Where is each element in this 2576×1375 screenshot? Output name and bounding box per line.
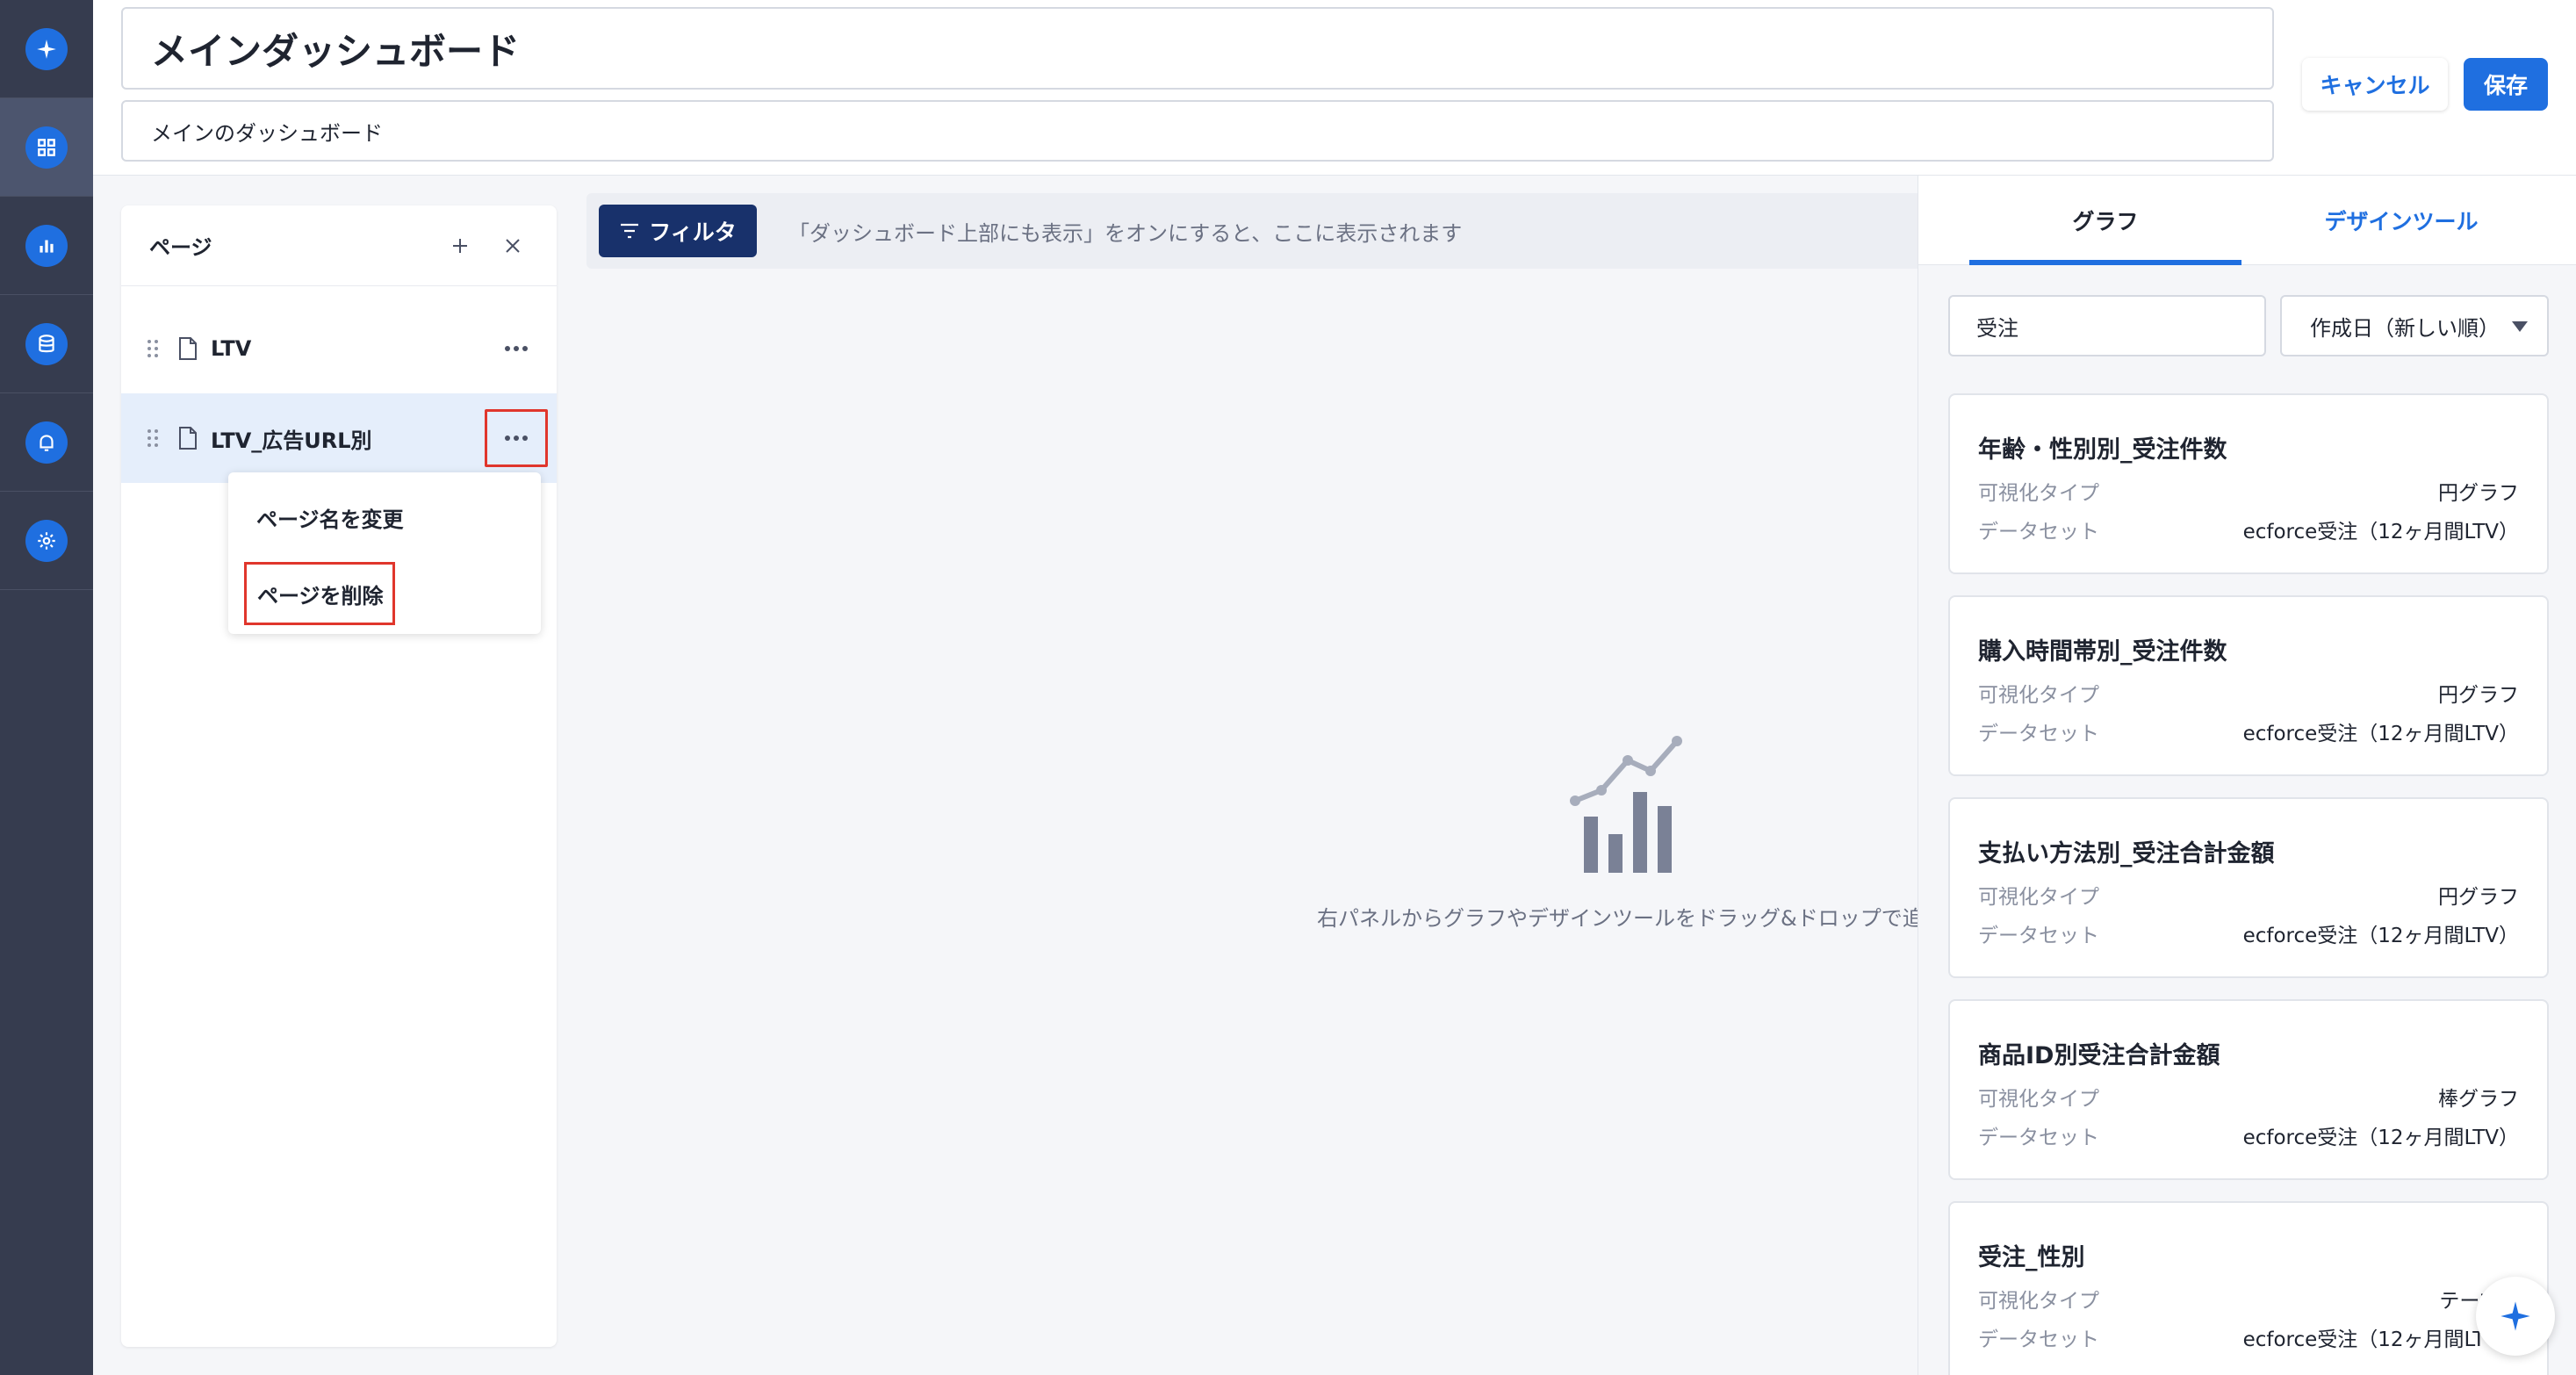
filter-button-label: フィルタ xyxy=(649,220,737,245)
graph-card-type-label: 可視化タイプ xyxy=(1978,684,2099,707)
rail-item-alerts[interactable] xyxy=(0,393,93,492)
graph-card-dataset-label: データセット xyxy=(1978,521,2099,544)
graph-card-dataset-value: ecforce受注（12ヶ月間LTV） xyxy=(2242,521,2519,544)
database-icon xyxy=(25,322,68,365)
sort-select-value: 作成日（新しい順） xyxy=(2310,315,2500,341)
drag-handle-icon[interactable] xyxy=(146,338,160,359)
more-horizontal-icon xyxy=(505,346,528,351)
close-icon xyxy=(506,238,520,253)
sparkle-icon xyxy=(2500,1301,2530,1331)
drag-handle-icon[interactable] xyxy=(146,428,160,449)
right-panel: グラフ デザインツール 受注 作成日（新しい順） 年齢・性別別_受注件数 可視化… xyxy=(1918,176,2576,1375)
graph-card[interactable]: 年齢・性別別_受注件数 可視化タイプ 円グラフ データセット ecforce受注… xyxy=(1948,393,2549,574)
page-item-ltv-ad-url[interactable]: LTV_広告URL別 xyxy=(121,393,557,483)
document-icon xyxy=(160,426,198,450)
graph-card-title: 支払い方法別_受注合計金額 xyxy=(1978,840,2275,867)
right-panel-tabs: グラフ デザインツール xyxy=(1918,176,2576,265)
cancel-button[interactable]: キャンセル xyxy=(2302,58,2448,111)
graph-card-title: 受注_性別 xyxy=(1978,1244,2085,1271)
dashboard-canvas: フィルタ 「ダッシュボード上部にも表示」をオンにすると、ここに表示されます 右パ… xyxy=(586,193,1918,1375)
sort-select[interactable]: 作成日（新しい順） xyxy=(2280,295,2549,356)
graph-card[interactable]: 受注_性別 可視化タイプ テーブル データセット ecforce受注（12ヶ月間… xyxy=(1948,1201,2549,1375)
page-context-menu: ページ名を変更 ページを削除 xyxy=(228,472,541,634)
tab-graph[interactable]: グラフ xyxy=(1969,176,2241,265)
gear-icon xyxy=(25,519,68,562)
graph-search-input[interactable]: 受注 xyxy=(1948,295,2266,356)
graph-card-dataset-label: データセット xyxy=(1978,925,2099,947)
graph-card-type-value: 円グラフ xyxy=(2438,886,2519,909)
chevron-down-icon xyxy=(2512,321,2528,332)
tab-design-tools[interactable]: デザインツール xyxy=(2252,176,2551,265)
dashboard-icon xyxy=(25,126,68,169)
dashboard-title-input[interactable]: メインダッシュボード xyxy=(121,7,2274,90)
dashboard-title: メインダッシュボード xyxy=(151,29,521,73)
graph-card-type-label: 可視化タイプ xyxy=(1978,1088,2099,1111)
document-icon xyxy=(160,336,198,361)
graph-card-dataset-label: データセット xyxy=(1978,1127,2099,1149)
dashboard-header: メインダッシュボード メインのダッシュボード キャンセル 保存 xyxy=(93,0,2576,176)
close-pages-panel-button[interactable] xyxy=(497,230,529,262)
page-more-button[interactable] xyxy=(485,320,548,378)
more-horizontal-icon xyxy=(505,436,528,441)
graph-search-value: 受注 xyxy=(1976,315,2018,341)
graph-card-type-label: 可視化タイプ xyxy=(1978,482,2099,505)
add-page-button[interactable] xyxy=(444,230,476,262)
graph-card-dataset-value: ecforce受注（12ヶ月間LTV） xyxy=(2242,1127,2519,1149)
graph-card-dataset-value: ecforce受注（12ヶ月間LTV） xyxy=(2242,925,2519,947)
dashboard-description-input[interactable]: メインのダッシュボード xyxy=(121,100,2274,162)
graph-card-title: 商品ID別受注合計金額 xyxy=(1978,1042,2220,1069)
graph-card-title: 購入時間帯別_受注件数 xyxy=(1978,638,2227,666)
pages-panel-title: ページ xyxy=(149,235,212,260)
graph-card-type-value: 棒グラフ xyxy=(2438,1088,2519,1111)
delete-page-menu-item[interactable]: ページを削除 xyxy=(244,562,395,625)
rail-item-assistant[interactable] xyxy=(0,0,93,98)
plus-icon xyxy=(453,238,467,253)
graph-card-dataset-label: データセット xyxy=(1978,723,2099,745)
assistant-fab-button[interactable] xyxy=(2476,1277,2555,1356)
graph-card-type-value: 円グラフ xyxy=(2438,684,2519,707)
graph-card[interactable]: 支払い方法別_受注合計金額 可視化タイプ 円グラフ データセット ecforce… xyxy=(1948,797,2549,978)
rail-item-settings[interactable] xyxy=(0,492,93,590)
page-more-button[interactable] xyxy=(485,409,548,467)
graph-card[interactable]: 商品ID別受注合計金額 可視化タイプ 棒グラフ データセット ecforce受注… xyxy=(1948,999,2549,1180)
graph-card-type-label: 可視化タイプ xyxy=(1978,1290,2099,1313)
graph-card-dataset-value: ecforce受注（12ヶ月間LTV） xyxy=(2242,723,2519,745)
graph-card-title: 年齢・性別別_受注件数 xyxy=(1978,436,2227,464)
rail-item-charts[interactable] xyxy=(0,197,93,295)
page-item-ltv[interactable]: LTV xyxy=(121,304,557,393)
rail-item-dashboard[interactable] xyxy=(0,98,93,197)
pages-panel-header: ページ xyxy=(121,205,557,286)
dashboard-description: メインのダッシュボード xyxy=(151,120,383,146)
graph-card-dataset-label: データセット xyxy=(1978,1328,2099,1351)
bar-chart-icon xyxy=(25,224,68,267)
graph-card[interactable]: 購入時間帯別_受注件数 可視化タイプ 円グラフ データセット ecforce受注… xyxy=(1948,595,2549,776)
nav-rail xyxy=(0,0,93,1375)
rail-item-datasets[interactable] xyxy=(0,295,93,393)
rename-page-menu-item[interactable]: ページ名を変更 xyxy=(256,502,404,533)
app-root: メインダッシュボード メインのダッシュボード キャンセル 保存 ページ LTV xyxy=(0,0,2576,1375)
graph-card-type-label: 可視化タイプ xyxy=(1978,886,2099,909)
empty-chart-illustration-icon xyxy=(1570,736,1682,873)
filter-button[interactable]: フィルタ xyxy=(599,205,757,257)
filter-hint: 「ダッシュボード上部にも表示」をオンにすると、ここに表示されます xyxy=(788,220,1463,246)
filter-bar: フィルタ 「ダッシュボード上部にも表示」をオンにすると、ここに表示されます xyxy=(586,193,1918,269)
empty-canvas-message: 右パネルからグラフやデザインツールをドラッグ&ドロップで追加 xyxy=(1317,906,1918,931)
save-button[interactable]: 保存 xyxy=(2464,58,2548,111)
filter-icon xyxy=(621,223,639,239)
sparkle-icon xyxy=(25,27,68,70)
bell-icon xyxy=(25,421,68,464)
graph-card-type-value: 円グラフ xyxy=(2438,482,2519,505)
